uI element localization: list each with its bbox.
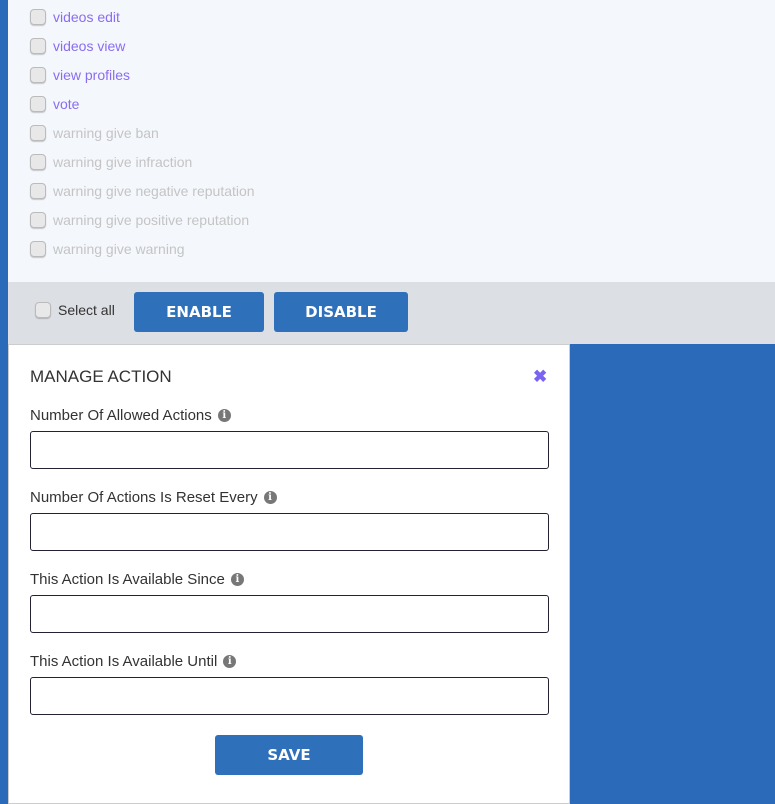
field-label: This Action Is Available Since i xyxy=(30,571,244,588)
permission-item[interactable]: warning give negative reputation xyxy=(30,181,255,201)
permission-label[interactable]: vote xyxy=(53,96,79,112)
allowed-actions-input[interactable] xyxy=(30,431,549,469)
permission-label[interactable]: warning give warning xyxy=(53,241,185,257)
label-text: Number Of Actions Is Reset Every xyxy=(30,489,258,506)
permission-item[interactable]: warning give infraction xyxy=(30,152,192,172)
info-icon[interactable]: i xyxy=(217,409,231,422)
bulk-action-bar: Select all ENABLE DISABLE xyxy=(8,282,775,344)
select-all[interactable]: Select all xyxy=(35,302,115,318)
label-text: This Action Is Available Until xyxy=(30,653,218,670)
manage-action-modal: MANAGE ACTION ✖ Number Of Allowed Action… xyxy=(8,344,570,804)
checkbox[interactable] xyxy=(30,96,46,112)
label-text: Number Of Allowed Actions xyxy=(30,407,212,424)
available-until-input[interactable] xyxy=(30,677,549,715)
permission-label[interactable]: view profiles xyxy=(53,67,130,83)
checkbox[interactable] xyxy=(30,38,46,54)
enable-button[interactable]: ENABLE xyxy=(134,292,264,332)
permission-item[interactable]: view profiles xyxy=(30,65,130,85)
permission-label[interactable]: warning give positive reputation xyxy=(53,212,249,228)
checkbox[interactable] xyxy=(30,212,46,228)
info-icon[interactable]: i xyxy=(263,491,277,504)
permission-label[interactable]: warning give negative reputation xyxy=(53,183,255,199)
close-icon[interactable]: ✖ xyxy=(533,367,547,387)
permission-item[interactable]: warning give ban xyxy=(30,123,159,143)
checkbox[interactable] xyxy=(30,67,46,83)
info-icon[interactable]: i xyxy=(223,655,237,668)
select-all-checkbox[interactable] xyxy=(35,302,51,318)
permission-label[interactable]: videos view xyxy=(53,38,125,54)
checkbox[interactable] xyxy=(30,154,46,170)
checkbox[interactable] xyxy=(30,125,46,141)
permission-list: videos edit videos view view profiles vo… xyxy=(8,0,775,282)
reset-every-input[interactable] xyxy=(30,513,549,551)
checkbox[interactable] xyxy=(30,183,46,199)
permission-label[interactable]: videos edit xyxy=(53,9,120,25)
save-button[interactable]: SAVE xyxy=(215,735,363,775)
permission-item[interactable]: vote xyxy=(30,94,79,114)
permission-item[interactable]: warning give warning xyxy=(30,239,185,259)
modal-title: MANAGE ACTION xyxy=(30,367,172,386)
permission-item[interactable]: videos view xyxy=(30,36,125,56)
field-label: Number Of Actions Is Reset Every i xyxy=(30,489,277,506)
select-all-label[interactable]: Select all xyxy=(58,302,115,318)
label-text: This Action Is Available Since xyxy=(30,571,225,588)
available-since-input[interactable] xyxy=(30,595,549,633)
field-label: Number Of Allowed Actions i xyxy=(30,407,231,424)
info-icon[interactable]: i xyxy=(230,573,244,586)
permission-label[interactable]: warning give ban xyxy=(53,125,159,141)
permission-label[interactable]: warning give infraction xyxy=(53,154,192,170)
field-label: This Action Is Available Until i xyxy=(30,653,237,670)
permission-item[interactable]: warning give positive reputation xyxy=(30,210,249,230)
checkbox[interactable] xyxy=(30,241,46,257)
permission-item[interactable]: videos edit xyxy=(30,7,120,27)
checkbox[interactable] xyxy=(30,9,46,25)
disable-button[interactable]: DISABLE xyxy=(274,292,408,332)
